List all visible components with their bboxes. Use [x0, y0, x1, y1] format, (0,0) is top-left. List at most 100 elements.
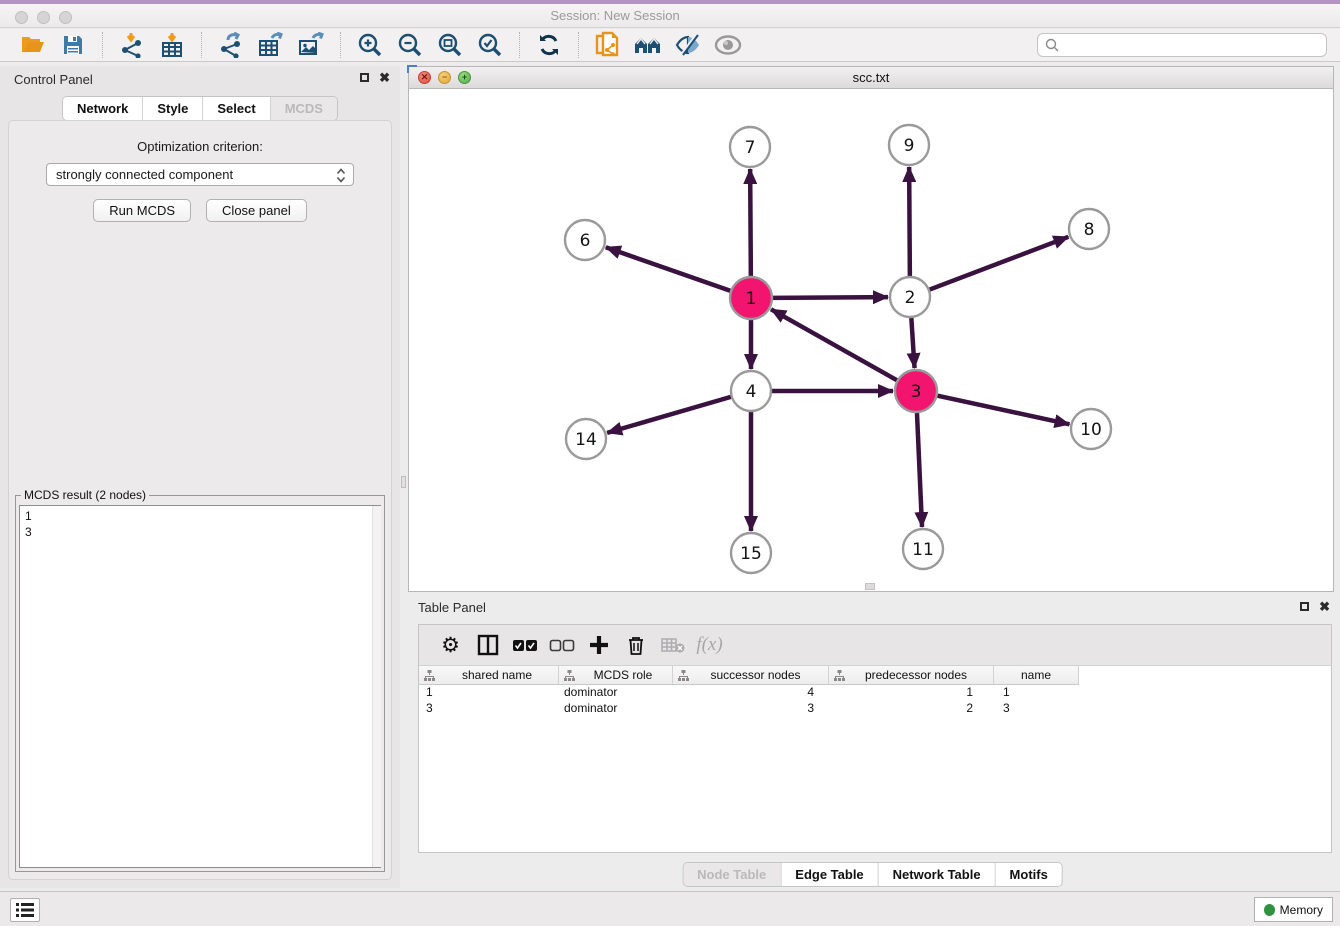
network-canvas[interactable]: 1 2 3 4 6 7 8 9 10 11 14 15 — [409, 89, 1333, 591]
nested-networks-icon[interactable] — [633, 31, 663, 59]
mcds-result-text[interactable]: 1 3 — [19, 505, 381, 868]
window-close-button[interactable] — [15, 11, 28, 24]
cell-mcds-role[interactable]: dominator — [559, 701, 673, 717]
table-options-gear-icon[interactable]: ⚙ — [432, 630, 469, 660]
refresh-icon[interactable] — [534, 31, 564, 59]
graph-node-11[interactable]: 11 — [903, 529, 943, 569]
mcds-panel: Optimization criterion: strongly connect… — [8, 120, 392, 880]
cell-mcds-role[interactable]: dominator — [559, 685, 673, 701]
tab-node-table[interactable]: Node Table — [683, 863, 780, 886]
graph-node-label: 6 — [580, 231, 591, 251]
zoom-fit-icon[interactable] — [435, 31, 465, 59]
close-panel-button[interactable]: Close panel — [206, 199, 307, 222]
graph-node-1[interactable]: 1 — [730, 277, 772, 319]
search-box[interactable] — [1037, 33, 1327, 57]
float-panel-icon[interactable] — [360, 73, 369, 82]
graph-edge-4-14[interactable] — [607, 397, 731, 433]
memory-status-dot — [1264, 904, 1275, 916]
main-toolbar — [0, 29, 1340, 62]
status-bar: Memory — [0, 891, 1340, 926]
graph-node-label: 3 — [911, 382, 922, 402]
import-table-icon[interactable] — [157, 31, 187, 59]
tab-select[interactable]: Select — [202, 97, 269, 120]
cell-shared-name[interactable]: 3 — [419, 701, 559, 717]
open-session-icon[interactable] — [18, 31, 48, 59]
zoom-out-icon[interactable] — [395, 31, 425, 59]
graph-edge-3-11[interactable] — [917, 413, 922, 527]
tab-motifs[interactable]: Motifs — [995, 863, 1062, 886]
column-header-predecessor-nodes[interactable]: predecessor nodes — [829, 666, 994, 685]
graph-edge-1-2[interactable] — [773, 297, 888, 298]
table-row[interactable]: 3 dominator 3 2 3 — [419, 701, 1331, 717]
run-mcds-button[interactable]: Run MCDS — [93, 199, 191, 222]
select-all-columns-icon[interactable] — [506, 630, 543, 660]
table-row[interactable]: 1 dominator 4 1 1 — [419, 685, 1331, 701]
column-header-successor-nodes[interactable]: successor nodes — [673, 666, 829, 685]
cell-predecessor-nodes[interactable]: 2 — [829, 701, 994, 717]
cell-predecessor-nodes[interactable]: 1 — [829, 685, 994, 701]
window-zoom-button[interactable] — [59, 11, 72, 24]
criterion-select[interactable]: strongly connected component — [46, 163, 354, 186]
network-resize-grip[interactable] — [865, 583, 875, 590]
graph-node-8[interactable]: 8 — [1069, 209, 1109, 249]
cell-successor-nodes[interactable]: 3 — [673, 701, 829, 717]
cell-name[interactable]: 1 — [994, 685, 1079, 701]
graph-node-2[interactable]: 2 — [890, 277, 930, 317]
tab-style[interactable]: Style — [142, 97, 202, 120]
task-history-button[interactable] — [10, 898, 40, 922]
graph-node-10[interactable]: 10 — [1071, 409, 1111, 449]
create-column-icon[interactable] — [580, 630, 617, 660]
window-minimize-button[interactable] — [37, 11, 50, 24]
export-image-icon[interactable] — [296, 31, 326, 59]
save-session-icon[interactable] — [58, 31, 88, 59]
zoom-in-icon[interactable] — [355, 31, 385, 59]
graphics-details-icon[interactable] — [673, 31, 703, 59]
column-header-mcds-role[interactable]: MCDS role — [559, 666, 673, 685]
zoom-selected-icon[interactable] — [475, 31, 505, 59]
graph-node-label: 11 — [912, 540, 934, 560]
graph-edge-2-3[interactable] — [911, 318, 914, 368]
column-header-name[interactable]: name — [994, 666, 1079, 685]
graph-node-6[interactable]: 6 — [565, 220, 605, 260]
graph-edge-1-7[interactable] — [750, 169, 751, 276]
graph-node-3[interactable]: 3 — [895, 370, 937, 412]
graph-node-7[interactable]: 7 — [730, 127, 770, 167]
show-columns-icon[interactable] — [469, 630, 506, 660]
graph-edge-1-6[interactable] — [606, 247, 730, 290]
cell-name[interactable]: 3 — [994, 701, 1079, 717]
graph-edge-3-1[interactable] — [771, 309, 897, 380]
graph-node-14[interactable]: 14 — [566, 419, 606, 459]
graph-edge-2-8[interactable] — [930, 237, 1069, 290]
tab-edge-table[interactable]: Edge Table — [780, 863, 877, 886]
tab-mcds[interactable]: MCDS — [270, 97, 337, 120]
tab-network[interactable]: Network — [63, 97, 142, 120]
graph-node-4[interactable]: 4 — [731, 371, 771, 411]
eye-icon — [713, 31, 743, 59]
new-network-from-selection-icon[interactable] — [593, 31, 623, 59]
export-network-icon[interactable] — [216, 31, 246, 59]
cell-shared-name[interactable]: 1 — [419, 685, 559, 701]
memory-button[interactable]: Memory — [1254, 897, 1333, 922]
float-table-panel-icon[interactable] — [1300, 602, 1309, 611]
graph-node-9[interactable]: 9 — [889, 125, 929, 165]
import-network-icon[interactable] — [117, 31, 147, 59]
splitter-grip[interactable] — [401, 476, 406, 488]
graph-node-15[interactable]: 15 — [731, 533, 771, 573]
tab-network-table[interactable]: Network Table — [878, 863, 995, 886]
close-table-panel-icon[interactable]: ✖ — [1319, 601, 1330, 612]
graph-node-label: 10 — [1080, 420, 1102, 440]
graph-edge-3-10[interactable] — [937, 396, 1069, 425]
search-input[interactable] — [1060, 35, 1326, 55]
deselect-all-columns-icon[interactable] — [543, 630, 580, 660]
cell-successor-nodes[interactable]: 4 — [673, 685, 829, 701]
mcds-result-title: MCDS result (2 nodes) — [21, 488, 149, 502]
column-header-shared-name[interactable]: shared name — [419, 666, 559, 685]
close-panel-icon[interactable]: ✖ — [379, 72, 390, 83]
table-header-row: shared name MCDS role successor nodes pr… — [419, 666, 1331, 685]
result-scrollbar[interactable] — [372, 506, 381, 867]
delete-column-icon[interactable] — [617, 630, 654, 660]
criterion-value: strongly connected component — [56, 167, 233, 182]
network-graph[interactable]: 1 2 3 4 6 7 8 9 10 11 14 15 — [409, 89, 1333, 592]
graph-edge-2-9[interactable] — [909, 167, 910, 276]
export-table-icon[interactable] — [256, 31, 286, 59]
